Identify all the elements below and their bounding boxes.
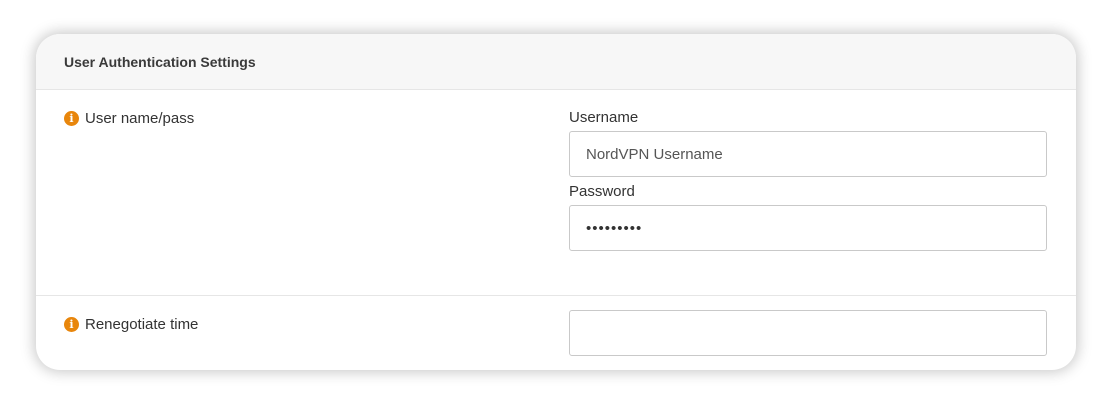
info-icon[interactable]: i	[64, 317, 79, 332]
user-authentication-panel: User Authentication Settings i User name…	[36, 34, 1076, 370]
username-input[interactable]	[569, 131, 1047, 177]
user-name-pass-row: i User name/pass Username Password	[36, 90, 1076, 296]
panel-header: User Authentication Settings	[36, 34, 1076, 90]
username-label: Username	[569, 109, 639, 126]
renegotiate-time-field-group	[569, 310, 1047, 356]
renegotiate-time-row: i Renegotiate time	[36, 296, 1076, 370]
username-field-group: Username	[569, 108, 1047, 177]
password-label: Password	[569, 183, 635, 200]
user-name-pass-label: User name/pass	[85, 110, 195, 127]
info-icon[interactable]: i	[64, 111, 79, 126]
renegotiate-time-input[interactable]	[569, 310, 1047, 356]
panel-title: User Authentication Settings	[64, 53, 256, 70]
password-field-group: Password	[569, 182, 1047, 251]
password-input[interactable]	[569, 205, 1047, 251]
renegotiate-time-label-group: i Renegotiate time	[64, 316, 198, 333]
renegotiate-time-label: Renegotiate time	[85, 316, 199, 333]
user-name-pass-label-group: i User name/pass	[64, 110, 194, 127]
